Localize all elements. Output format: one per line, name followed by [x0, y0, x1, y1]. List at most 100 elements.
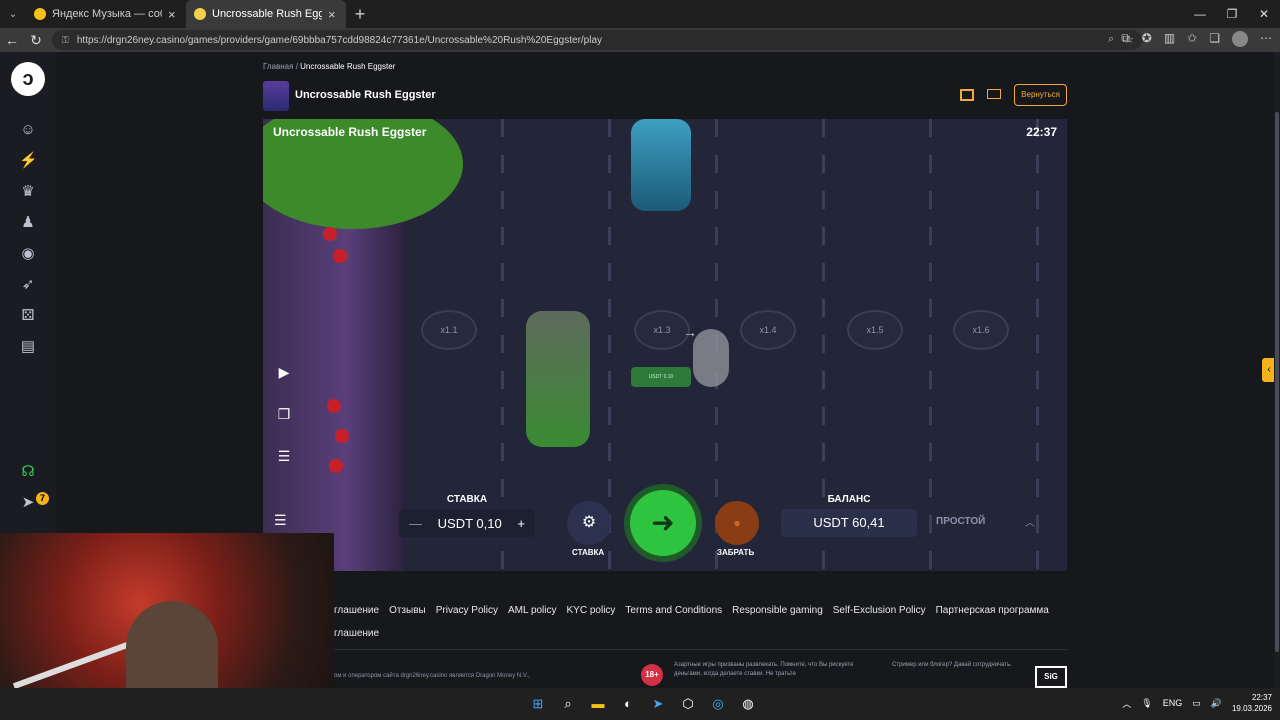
multiplier-x1-6: x1.6 [953, 310, 1009, 350]
breadcrumb-separator: / [295, 62, 298, 71]
split-screen-icon[interactable]: ▥ [1164, 31, 1175, 47]
chevron-up-icon[interactable]: ︿ [1025, 514, 1035, 529]
age-badge: 18+ [641, 664, 663, 686]
footer-link[interactable]: AML policy [508, 605, 557, 616]
wheel-icon[interactable]: ◉ [19, 245, 37, 263]
window-controls: — ❐ ✕ [1184, 0, 1280, 28]
dragon-money-logo[interactable]: ↄ [11, 62, 45, 96]
taskbar-time: 22:37 [1251, 693, 1272, 702]
smile-icon[interactable]: ☺ [19, 121, 37, 139]
cashout-button[interactable]: ● [715, 501, 759, 545]
bet-settings-button[interactable]: ⚙ [567, 501, 611, 545]
chicken-player-car [526, 311, 590, 447]
multiplier-x1-4: x1.4 [740, 310, 796, 350]
favorites-icon[interactable]: ✩ [1187, 31, 1197, 47]
extensions-icon[interactable]: ⧉ [1121, 31, 1130, 47]
steam-icon[interactable]: ◐ [618, 694, 638, 714]
tournament-icon[interactable]: ♛ [19, 183, 37, 201]
site-info-icon[interactable]: ⚿ [62, 35, 69, 46]
menu-icon[interactable]: ☰ [274, 512, 287, 529]
fullscreen-icon[interactable] [960, 89, 974, 101]
footer-link[interactable]: Responsible gaming [732, 605, 823, 616]
streamer-invite[interactable]: Стример или блогер? Давай сотрудничать. [892, 661, 1012, 670]
bet-panel: ☰ СТАВКА — USDT 0,10 + ⚙ СТАВКА ➜ ● ЗАБР… [263, 490, 1067, 571]
footer-link[interactable]: Privacy Policy [436, 605, 498, 616]
windows-taskbar: ⊞ ⌕ ▬ ◐ ➤ ⬡ ◎ ◍ ︿ 🎙 ENG ▭ 🔊 22:37 19.03.… [0, 688, 1280, 720]
microphone-icon[interactable]: 🎙 [1141, 698, 1152, 709]
close-window-icon[interactable]: ✕ [1248, 0, 1280, 28]
go-button[interactable]: ➜ [630, 490, 696, 556]
history-list-icon[interactable]: ☰ [271, 443, 297, 469]
footer-link[interactable]: Отзывы [389, 605, 426, 616]
rocket-icon[interactable]: ➶ [19, 276, 37, 294]
footer-divider [334, 649, 1067, 650]
close-icon[interactable]: × [168, 7, 178, 22]
bet-increase-button[interactable]: + [517, 516, 525, 531]
mode-select[interactable]: ПРОСТОЙ [936, 516, 985, 527]
notification-badge: 7 [36, 492, 49, 505]
telegram-icon[interactable]: ➤ [19, 494, 37, 512]
app-notification-icon[interactable]: ◍ [738, 694, 758, 714]
tab-list-icon[interactable]: ⌄ [0, 0, 26, 28]
back-arrow-icon[interactable]: ← [0, 32, 24, 48]
tab-label: Uncrossable Rush Eggster | D [212, 8, 322, 20]
taskbar-clock[interactable]: 22:37 19.03.2026 [1232, 692, 1272, 714]
reload-icon[interactable]: ↻ [24, 32, 48, 49]
app-icon[interactable]: ⬡ [678, 694, 698, 714]
restore-icon[interactable]: ❐ [1216, 0, 1248, 28]
start-windows-icon[interactable]: ⊞ [528, 694, 548, 714]
yandex-music-favicon-icon [34, 8, 46, 20]
play-icon[interactable]: ▶ [271, 359, 297, 385]
footer-link[interactable]: глашение [334, 628, 379, 639]
multiplier-x1-5: x1.5 [847, 310, 903, 350]
bet-decrease-button[interactable]: — [409, 516, 422, 531]
search-icon[interactable]: ⌕ [558, 694, 578, 714]
balance-value: USDT 60,41 [781, 509, 917, 537]
support-headset-icon[interactable]: ☊ [19, 463, 37, 481]
minimize-icon[interactable]: — [1184, 0, 1216, 28]
collections-icon[interactable]: ❏ [1209, 31, 1220, 47]
footer-link[interactable]: Self-Exclusion Policy [833, 605, 926, 616]
tab-yandex-music[interactable]: Яндекс Музыка — собираем × [26, 0, 186, 28]
back-button[interactable]: Вернуться [1014, 84, 1067, 106]
copy-icon[interactable]: ❐ [271, 401, 297, 427]
edge-icon[interactable]: ◎ [708, 694, 728, 714]
page-scrollbar[interactable] [1274, 52, 1280, 688]
zoom-icon[interactable]: ⌕ [1108, 33, 1114, 46]
file-explorer-icon[interactable]: ▬ [588, 694, 608, 714]
bet-value[interactable]: USDT 0,10 [438, 516, 502, 531]
address-bar[interactable]: ⚿ https://drgn26ney.casino/games/provide… [52, 30, 1142, 50]
browser-extension-icon[interactable]: ✪ [1142, 31, 1152, 47]
game-thumbnail [263, 81, 289, 111]
casino-favicon-icon [194, 8, 206, 20]
scrollbar-thumb[interactable] [1275, 112, 1279, 652]
language-indicator[interactable]: ENG [1163, 698, 1183, 708]
footer-link[interactable]: KYC policy [567, 605, 616, 616]
tab-uncrossable-rush[interactable]: Uncrossable Rush Eggster | D × [186, 0, 346, 28]
breadcrumb-home[interactable]: Главная [263, 62, 293, 71]
system-tray: ︿ 🎙 ENG ▭ 🔊 22:37 19.03.2026 [1122, 692, 1272, 714]
bet-label: СТАВКА [446, 494, 488, 505]
profile-avatar[interactable] [1232, 31, 1248, 47]
user-icon[interactable]: ♟ [19, 214, 37, 232]
footer-link[interactable]: глашение [334, 605, 379, 616]
tray-overflow-icon[interactable]: ︿ [1122, 697, 1131, 710]
flower-decoration [333, 249, 347, 263]
more-options-icon[interactable]: ⋯ [1260, 31, 1272, 47]
footer-link[interactable]: Партнерская программа [936, 605, 1049, 616]
telegram-taskbar-icon[interactable]: ➤ [648, 694, 668, 714]
theater-mode-icon[interactable] [987, 89, 1001, 99]
footer-link[interactable]: Terms and Conditions [625, 605, 722, 616]
new-tab-button[interactable]: + [346, 4, 374, 25]
tutorial-arrow-icon: → [683, 324, 697, 340]
cards-icon[interactable]: ▤ [19, 338, 37, 356]
game-canvas[interactable]: Uncrossable Rush Eggster 22:37 x1.1 x1.3… [263, 119, 1067, 571]
dice-icon[interactable]: ⚄ [19, 307, 37, 325]
volume-icon[interactable]: 🔊 [1211, 698, 1222, 709]
footer-links: глашение Отзывы Privacy Policy AML polic… [334, 605, 1049, 616]
lightning-icon[interactable]: ⚡ [19, 152, 38, 170]
display-icon[interactable]: ▭ [1192, 698, 1201, 709]
close-icon[interactable]: × [328, 7, 338, 22]
flower-decoration [327, 399, 341, 413]
taskbar-date: 19.03.2026 [1231, 704, 1272, 713]
